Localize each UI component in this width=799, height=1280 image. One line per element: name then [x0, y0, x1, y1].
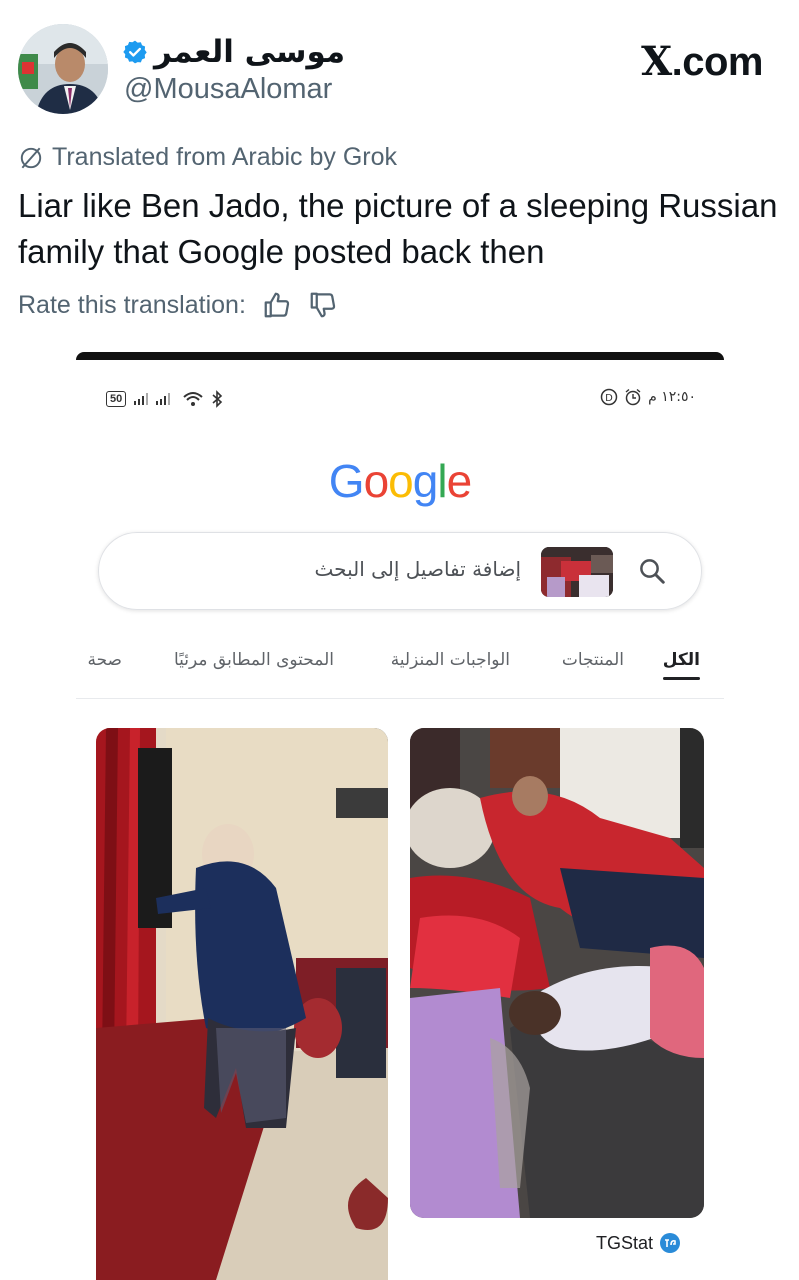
screenshot-top-border	[76, 352, 724, 360]
bluetooth-icon	[212, 390, 223, 408]
translation-label[interactable]: Translated from Arabic by Grok	[52, 143, 397, 172]
signal-icon	[134, 393, 171, 405]
status-bar-left: 50	[106, 390, 224, 408]
tabs-divider	[76, 698, 724, 699]
attached-screenshot[interactable]: 50 D ١٢:٥٠ م Google إضافة تفاصيل إلى الب…	[76, 352, 724, 1280]
thumbs-up-icon[interactable]	[262, 290, 292, 320]
tgstat-icon	[660, 1233, 681, 1253]
result-image-left[interactable]	[96, 728, 388, 1280]
rate-translation-row: Rate this translation:	[18, 290, 338, 320]
user-handle[interactable]: @MousaAlomar	[124, 73, 332, 106]
alarm-icon	[625, 388, 641, 406]
author-name-row: موسى العمر	[122, 34, 345, 70]
brand-watermark: X.com	[641, 38, 763, 85]
avatar[interactable]	[18, 24, 108, 114]
translation-notice: Translated from Arabic by Grok	[18, 143, 397, 172]
thumbs-down-icon[interactable]	[308, 290, 338, 320]
dnd-icon: D	[600, 388, 618, 406]
rate-translation-label: Rate this translation:	[18, 290, 246, 319]
search-icon[interactable]	[637, 556, 667, 591]
grok-translate-icon	[20, 147, 42, 168]
tab-homework[interactable]: الواجبات المنزلية	[391, 650, 510, 670]
search-tabs: الكل المنتجات الواجبات المنزلية المحتوى …	[76, 642, 724, 690]
google-logo: Google	[328, 455, 472, 507]
svg-text:D: D	[605, 393, 613, 404]
verified-badge-icon	[122, 39, 148, 65]
result-source-label: TGStat	[596, 1232, 654, 1253]
search-image-thumbnail[interactable]	[541, 547, 613, 597]
status-time: ١٢:٥٠ م	[648, 389, 696, 405]
result-source[interactable]: TGStat	[596, 1232, 681, 1254]
search-input[interactable]: إضافة تفاصيل إلى البحث	[98, 532, 702, 610]
tweet-text: Liar like Ben Jado, the picture of a sle…	[18, 187, 778, 270]
status-bar-right: D ١٢:٥٠ م	[600, 388, 696, 406]
tab-products[interactable]: المنتجات	[562, 650, 624, 670]
battery-indicator: 50	[106, 391, 127, 407]
tab-health[interactable]: صحة	[87, 650, 122, 670]
display-name[interactable]: موسى العمر	[154, 34, 345, 70]
search-placeholder: إضافة تفاصيل إلى البحث	[314, 557, 521, 581]
tab-visual-matches[interactable]: المحتوى المطابق مرئيًا	[174, 650, 334, 670]
wifi-icon	[183, 392, 203, 406]
result-image-right[interactable]	[410, 728, 704, 1218]
tab-all[interactable]: الكل	[662, 650, 701, 680]
